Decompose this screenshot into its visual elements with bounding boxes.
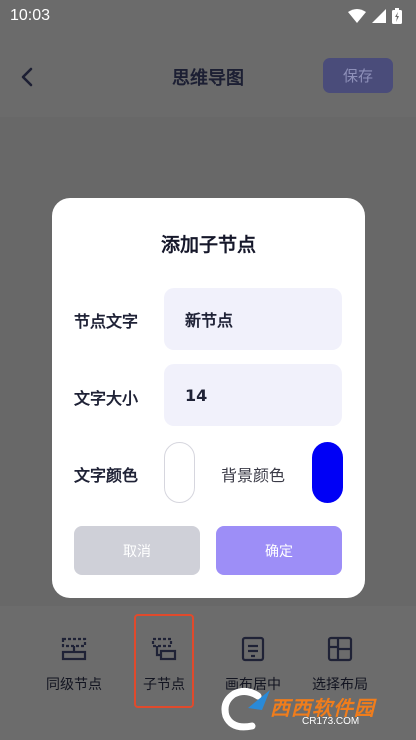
wifi-icon: [348, 9, 366, 23]
watermark-c-icon: [221, 687, 270, 731]
selected-tool-highlight: [134, 614, 194, 708]
bg-color-label: 背景颜色: [221, 466, 286, 485]
cancel-button[interactable]: 取消: [74, 526, 200, 575]
text-color-swatch[interactable]: [164, 442, 195, 503]
node-text-input[interactable]: [164, 288, 342, 350]
confirm-button[interactable]: 确定: [216, 526, 342, 575]
status-icons: [348, 8, 402, 24]
watermark-logo: 西西软件园 CR173.COM: [218, 686, 398, 734]
font-size-label: 文字大小: [74, 389, 139, 408]
status-bar: 10:03: [0, 0, 416, 32]
node-text-label: 节点文字: [74, 312, 139, 331]
tool-sibling-node[interactable]: 同级节点: [28, 628, 120, 698]
add-child-node-dialog: 添加子节点 节点文字 文字大小 文字颜色 背景颜色 取消 确定: [52, 198, 365, 598]
status-time: 10:03: [10, 7, 51, 24]
signal-icon: [372, 9, 386, 23]
watermark-url: CR173.COM: [302, 716, 360, 727]
sibling-node-icon: [61, 637, 87, 661]
save-button[interactable]: 保存: [323, 58, 393, 93]
dialog-title: 添加子节点: [160, 234, 256, 256]
battery-icon: [392, 8, 402, 24]
font-size-input[interactable]: [164, 364, 342, 426]
tool-sibling-node-label: 同级节点: [46, 677, 102, 693]
text-color-label: 文字颜色: [74, 466, 139, 485]
center-canvas-icon: [241, 636, 265, 662]
bg-color-swatch[interactable]: [312, 442, 343, 503]
layout-grid-icon: [327, 636, 353, 662]
app-bar: 思维导图 保存: [0, 40, 416, 112]
